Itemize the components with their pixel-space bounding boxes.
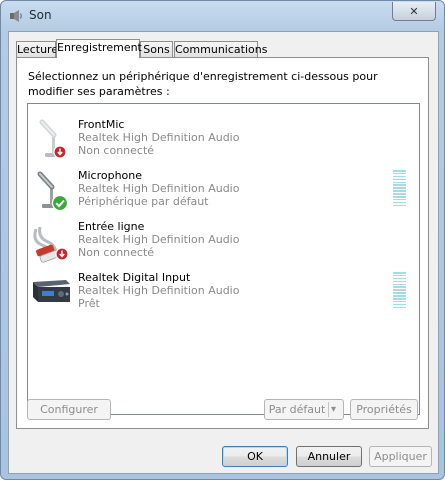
device-driver: Realtek High Definition Audio [78,131,240,144]
cancel-button[interactable]: Annuler [296,446,362,467]
instruction-text: Sélectionnez un périphérique d'enregistr… [28,70,378,98]
button-label: OK [247,450,263,463]
speaker-icon [10,10,22,22]
microphone-icon [39,119,67,159]
tab-sons[interactable]: Sons [140,41,173,57]
device-name: FrontMic [78,118,125,131]
disconnected-badge-icon [53,145,67,159]
dialog-client-area: Lecture Enregistrement Sons Communicatio… [8,31,439,474]
button-label: Par défaut [268,403,326,416]
device-item-line-in[interactable]: Entrée ligne Realtek High Definition Aud… [28,219,419,269]
window-title: Son [29,8,52,22]
level-meter [393,272,406,310]
dropdown-divider [328,402,329,417]
button-label: Propriétés [356,403,412,416]
title-bar[interactable]: Son ✕ [1,1,444,31]
close-button[interactable]: ✕ [392,2,436,21]
device-status: Périphérique par défaut [78,195,209,208]
default-checkmark-badge-icon [51,194,69,212]
device-item-realtek-digital-input[interactable]: Realtek Digital Input Realtek High Defin… [28,270,419,320]
configure-button[interactable]: Configurer [27,399,111,420]
properties-button[interactable]: Propriétés [350,399,418,420]
ok-button[interactable]: OK [222,446,288,467]
device-driver: Realtek High Definition Audio [78,233,240,246]
device-driver: Realtek High Definition Audio [78,284,240,297]
tab-label: Lecture [17,43,59,56]
device-item-frontmic[interactable]: FrontMic Realtek High Definition Audio N… [28,117,419,167]
microphone-icon [37,171,69,212]
digital-input-device-icon [33,280,70,302]
device-item-microphone[interactable]: Microphone Realtek High Definition Audio… [28,168,419,218]
button-label: Configurer [40,403,98,416]
device-driver: Realtek High Definition Audio [78,182,240,195]
device-name: Microphone [78,169,143,182]
set-default-button[interactable]: Par défaut ▾ [264,399,344,420]
tab-lecture[interactable]: Lecture [16,41,59,57]
level-meter [393,170,406,208]
line-in-cable-icon [33,226,69,263]
disconnected-badge-icon [55,247,69,261]
button-label: Appliquer [374,450,427,463]
device-status: Non connecté [78,144,155,157]
recording-tab-panel: Sélectionnez un périphérique d'enregistr… [16,57,429,429]
button-label: Annuler [307,450,351,463]
sound-dialog-window: Son ✕ Lecture Enregistrement Sons Commun… [0,0,445,480]
chevron-down-icon[interactable]: ▾ [331,400,336,420]
tab-communications[interactable]: Communications [174,41,267,57]
device-name: Realtek Digital Input [78,271,191,284]
recording-device-list[interactable]: FrontMic Realtek High Definition Audio N… [27,103,420,415]
apply-button[interactable]: Appliquer [369,446,432,467]
tab-enregistrement[interactable]: Enregistrement [56,39,142,58]
tab-label: Communications [175,43,268,56]
device-status: Prêt [78,297,100,310]
device-name: Entrée ligne [78,220,145,233]
tab-label: Enregistrement [57,41,142,54]
close-icon: ✕ [409,4,419,18]
tab-label: Sons [143,43,170,56]
device-status: Non connecté [78,246,155,259]
